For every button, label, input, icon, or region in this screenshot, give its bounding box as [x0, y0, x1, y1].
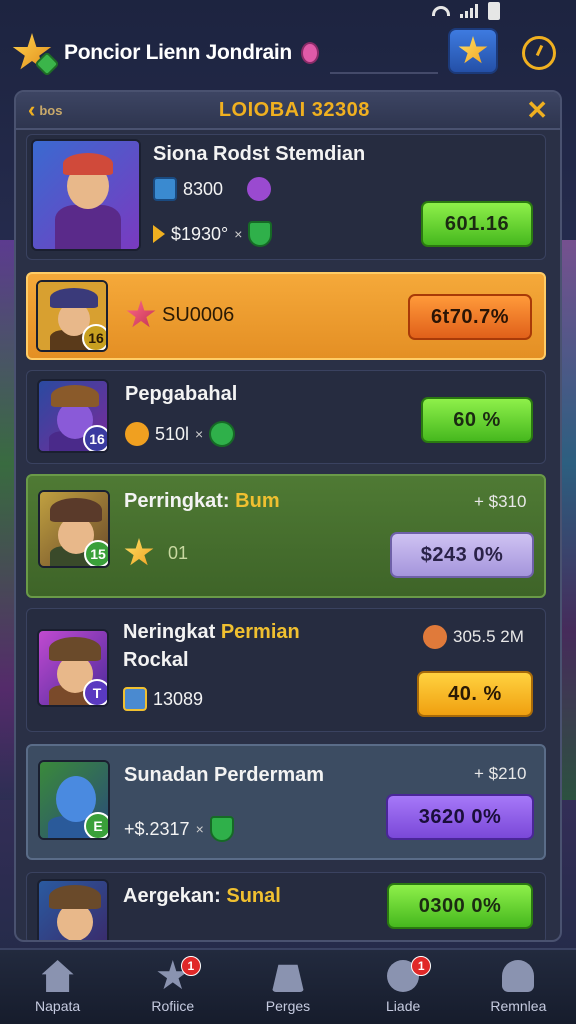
level-badge: T: [83, 679, 107, 705]
nav-item-home[interactable]: Napata: [8, 960, 108, 1014]
list-item[interactable]: Siona Rodst Stemdian 8300 $1930° × 601.1…: [26, 134, 546, 260]
wifi-icon: [432, 6, 450, 16]
chevron-left-icon: ‹: [28, 97, 36, 122]
reward-value: + $210: [474, 764, 527, 783]
app-title: Poncior Lienn Jondrain: [64, 41, 320, 65]
home-icon: [41, 960, 74, 992]
leaderboard-panel: ‹ bos LOIOBAI 32308 ✕ Siona Rodst Stemdi…: [14, 90, 562, 942]
shield-icon: [209, 816, 234, 842]
level-badge: E: [84, 812, 108, 838]
title-badge-icon: [301, 42, 320, 65]
level-badge: 16: [82, 324, 106, 350]
player-name: Sunadan Perdermam: [124, 764, 325, 786]
player-name: Pepgabahal: [125, 383, 238, 405]
shield-icon: [248, 221, 273, 247]
player-stat: 8300: [153, 177, 272, 201]
reward-value: 305.5 2M: [423, 625, 524, 649]
reward-value: + $310: [474, 492, 527, 511]
close-button[interactable]: ✕: [526, 95, 548, 126]
nav-item-profile[interactable]: Remnlea: [468, 960, 568, 1014]
nav-item-rewards[interactable]: 1 Rofiice: [123, 956, 223, 1014]
star-icon: [458, 36, 488, 64]
signal-icon: [460, 4, 478, 18]
player-stat: SU0006: [126, 300, 234, 330]
list-item[interactable]: 15 Perringkat: Bum + $310 01 $243 0%: [26, 474, 546, 598]
potion-icon: [247, 177, 272, 201]
card-icon: [153, 177, 177, 201]
list-item[interactable]: T Neringkat Permian Rockal 305.5 2M 1308…: [26, 608, 546, 732]
avatar: 16: [37, 379, 109, 453]
player-stat: 13089: [123, 687, 203, 711]
list-item[interactable]: 16 SU0006 6t70.7%: [26, 272, 546, 360]
avatar: 16: [36, 280, 108, 352]
star-icon: [126, 300, 156, 328]
star-icon: [124, 538, 154, 566]
player-name: Aergekan: Sunal: [123, 885, 281, 907]
avatar: [37, 879, 109, 940]
list-item[interactable]: E Sunadan Perdermam + $210 +$.2317 × 362…: [26, 744, 546, 860]
back-label: bos: [39, 102, 63, 118]
check-icon: [209, 421, 236, 447]
clock-button[interactable]: [522, 36, 556, 70]
score-button[interactable]: 6t70.7%: [408, 294, 532, 340]
player-name: Siona Rodst Stemdian: [153, 143, 366, 165]
back-button[interactable]: ‹ bos: [28, 97, 62, 123]
score-button[interactable]: $243 0%: [390, 532, 534, 578]
gold-icon: [125, 422, 149, 446]
bottom-navigation: Napata 1 Rofiice Perges 1 Liade Remnlea: [0, 948, 576, 1024]
player-name: Perringkat: Bum: [124, 490, 280, 512]
arrow-right-icon: [153, 225, 165, 243]
player-stat: +$.2317 ×: [124, 816, 234, 842]
score-button[interactable]: 60 %: [421, 397, 533, 443]
score-button[interactable]: 3620 0%: [386, 794, 534, 840]
notification-badge: 1: [411, 956, 432, 976]
top-bar: Poncior Lienn Jondrain: [0, 22, 576, 84]
bag-icon: [271, 964, 304, 992]
app-logo-icon: [12, 31, 60, 77]
avatar: E: [38, 760, 110, 840]
score-button[interactable]: 40. %: [417, 671, 533, 717]
list-item[interactable]: Aergekan: Sunal 0300 0%: [26, 872, 546, 940]
player-score: $1930° ×: [153, 221, 273, 247]
divider: [330, 72, 438, 74]
list-item[interactable]: 16 Pepgabahal 510l × 60 %: [26, 370, 546, 464]
panel-title: LOIOBAI 32308: [218, 98, 370, 121]
avatar: T: [37, 629, 109, 707]
chest-icon: [123, 687, 147, 711]
player-name: Neringkat Permian: [123, 621, 300, 643]
panel-header: ‹ bos LOIOBAI 32308 ✕: [16, 92, 560, 130]
avatar: 15: [38, 490, 110, 568]
avatar: [31, 139, 141, 251]
status-bar: [0, 0, 576, 22]
favorites-button[interactable]: [448, 28, 498, 74]
level-badge: 16: [83, 425, 107, 451]
player-stat: 510l ×: [125, 421, 236, 447]
score-button[interactable]: 0300 0%: [387, 883, 533, 929]
score-button[interactable]: 601.16: [421, 201, 533, 247]
player-name-line2: Rockal: [123, 649, 189, 671]
user-icon: [502, 960, 535, 992]
notification-badge: 1: [180, 956, 201, 976]
character-icon: [423, 625, 447, 649]
player-stat: 01: [124, 538, 188, 568]
nav-item-league[interactable]: 1 Liade: [353, 956, 453, 1014]
battery-icon: [488, 2, 500, 20]
level-badge: 15: [84, 540, 108, 566]
nav-item-pages[interactable]: Perges: [238, 960, 338, 1014]
